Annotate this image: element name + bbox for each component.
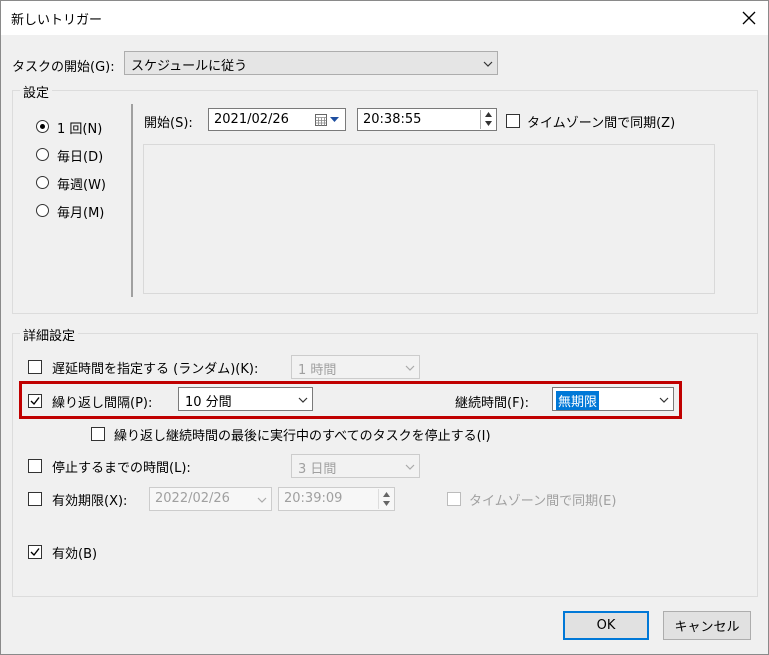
delay-value: 1 時間	[298, 363, 337, 378]
radio-weekly-label: 毎週(W)	[57, 178, 106, 193]
start-time-spinner[interactable]	[480, 110, 496, 129]
cancel-button-label: キャンセル	[674, 620, 740, 635]
duration-label: 継続時間(F):	[455, 396, 530, 411]
stop-after-checkbox[interactable]	[28, 459, 42, 473]
radio-once[interactable]	[36, 120, 49, 133]
expire-date-value: 2022/02/26	[155, 491, 230, 506]
chevron-down-icon	[405, 464, 415, 470]
enabled-label: 有効(B)	[52, 547, 98, 562]
advanced-group-title: 詳細設定	[20, 325, 79, 344]
settings-divider	[131, 104, 133, 297]
chevron-down-icon	[298, 397, 308, 403]
close-icon[interactable]	[736, 5, 762, 31]
stop-all-checkbox[interactable]	[91, 427, 105, 441]
chevron-down-icon	[405, 365, 415, 371]
expire-time-value: 20:39:09	[284, 491, 343, 506]
window-title: 新しいトリガー	[11, 13, 103, 28]
radio-daily-label: 毎日(D)	[57, 150, 104, 165]
delay-label: 遅延時間を指定する (ランダム)(K):	[52, 362, 259, 377]
enabled-checkbox[interactable]	[28, 545, 42, 559]
start-time-input[interactable]: 20:38:55	[357, 108, 497, 131]
expire-time-spinner[interactable]	[378, 489, 394, 509]
sync-timezone-label: タイムゾーン間で同期(Z)	[527, 116, 676, 131]
stop-after-value: 3 日間	[298, 462, 337, 477]
title-bar: 新しいトリガー	[1, 1, 768, 35]
radio-once-label: 1 回(N)	[57, 122, 103, 137]
ok-button[interactable]: OK	[563, 611, 649, 640]
radio-monthly[interactable]	[36, 204, 49, 217]
cancel-button[interactable]: キャンセル	[663, 611, 751, 640]
chevron-down-icon	[659, 397, 669, 403]
chevron-down-icon	[257, 497, 267, 503]
start-label: 開始(S):	[144, 116, 193, 131]
radio-monthly-label: 毎月(M)	[57, 206, 105, 221]
task-start-select[interactable]: スケジュールに従う	[124, 51, 498, 75]
sync-timezone-checkbox[interactable]	[506, 114, 520, 128]
expire-sync-checkbox[interactable]	[447, 492, 461, 506]
expire-time-input[interactable]: 20:39:09	[278, 487, 395, 511]
spin-up-icon[interactable]	[485, 112, 492, 117]
start-time-value: 20:38:55	[363, 112, 422, 127]
repeat-label: 繰り返し間隔(P):	[52, 396, 153, 411]
expire-date-picker[interactable]: 2022/02/26	[149, 487, 272, 511]
task-start-label: タスクの開始(G):	[12, 60, 115, 75]
settings-group-title: 設定	[20, 82, 53, 101]
delay-select[interactable]: 1 時間	[291, 355, 420, 379]
repeat-checkbox[interactable]	[28, 394, 42, 408]
new-trigger-dialog: 新しいトリガー タスクの開始(G): スケジュールに従う 設定 1 回(N) 毎…	[0, 0, 769, 655]
schedule-detail-panel	[143, 144, 715, 294]
checkmark-icon	[30, 397, 40, 406]
start-date-picker[interactable]: 2021/02/26	[208, 108, 346, 131]
expire-sync-label: タイムゾーン間で同期(E)	[469, 494, 617, 509]
checkmark-icon	[30, 548, 40, 557]
duration-select[interactable]: 無期限	[552, 387, 674, 411]
radio-weekly[interactable]	[36, 176, 49, 189]
date-dropdown-icon[interactable]	[330, 117, 339, 123]
spin-up-icon[interactable]	[383, 492, 390, 497]
duration-value: 無期限	[556, 391, 600, 410]
start-date-value: 2021/02/26	[214, 112, 289, 127]
repeat-interval-select[interactable]: 10 分間	[178, 387, 313, 411]
stop-after-select[interactable]: 3 日間	[291, 454, 420, 478]
spin-down-icon[interactable]	[383, 501, 390, 506]
repeat-interval-value: 10 分間	[185, 395, 232, 410]
delay-checkbox[interactable]	[28, 360, 42, 374]
task-start-value: スケジュールに従う	[131, 59, 248, 74]
expire-checkbox[interactable]	[28, 492, 42, 506]
spin-down-icon[interactable]	[485, 121, 492, 126]
calendar-icon[interactable]	[315, 114, 327, 126]
ok-button-label: OK	[596, 618, 616, 633]
expire-label: 有効期限(X):	[52, 494, 128, 509]
radio-daily[interactable]	[36, 148, 49, 161]
stop-after-label: 停止するまでの時間(L):	[52, 461, 191, 476]
chevron-down-icon	[483, 61, 493, 67]
stop-all-label: 繰り返し継続時間の最後に実行中のすべてのタスクを停止する(I)	[114, 429, 491, 444]
